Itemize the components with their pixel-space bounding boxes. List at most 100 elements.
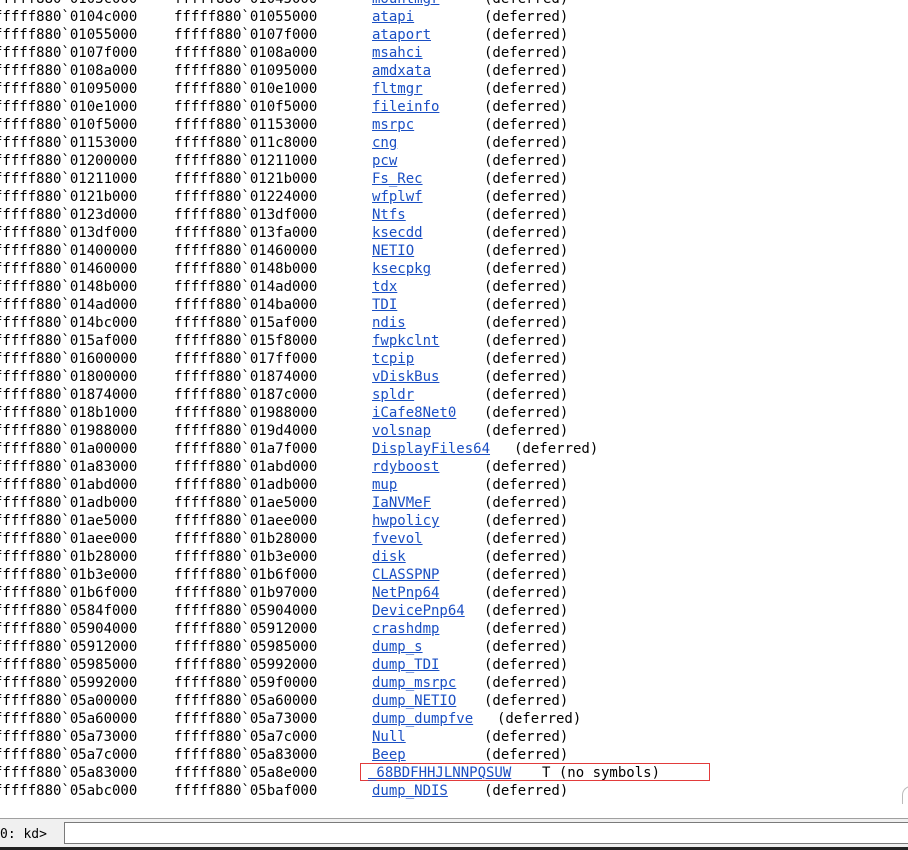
module-name-link[interactable]: wfplwf [372, 188, 423, 206]
module-status: (deferred) [484, 639, 569, 655]
module-end-address: fffff880`015f8000 [174, 333, 318, 349]
module-name-link[interactable]: CLASSPNP [372, 566, 439, 584]
module-status: (deferred) [484, 693, 569, 709]
module-name-link[interactable]: ataport [372, 26, 431, 44]
module-row: fffff880`01200000 fffff880`01211000 pcw (de… [0, 152, 908, 170]
module-end-address: fffff880`0187c000 [174, 387, 318, 403]
module-start-address: fffff880`05a83000 [0, 765, 138, 781]
module-name-link[interactable]: disk [372, 548, 406, 566]
module-name-link[interactable]: NetPnp64 [372, 584, 439, 602]
module-end-address: fffff880`05a7c000 [174, 729, 318, 745]
module-name-link[interactable]: fvevol [372, 530, 423, 548]
module-start-address: fffff880`01153000 [0, 135, 138, 151]
module-name-link[interactable]: ksecpkg [372, 260, 431, 278]
module-name-link[interactable]: Ntfs [372, 206, 406, 224]
module-row: fffff880`05abc000 fffff880`05baf000 dump_N… [0, 782, 908, 800]
module-row: fffff880`01211000 fffff880`0121b000 Fs_Rec… [0, 170, 908, 188]
command-bar: 0: kd> [0, 818, 908, 850]
module-row: fffff880`05985000 fffff880`05992000 dump_T… [0, 656, 908, 674]
module-start-address: fffff880`01874000 [0, 387, 138, 403]
module-name-link[interactable]: mountmgr [372, 0, 439, 8]
module-name-link[interactable]: cng [372, 134, 397, 152]
module-status: (deferred) [484, 369, 569, 385]
module-row: fffff880`015af000 fffff880`015f8000 fwpkcl… [0, 332, 908, 350]
module-status: (deferred) [484, 261, 569, 277]
module-name-link[interactable]: dump_s [372, 638, 423, 656]
module-name-link[interactable]: vDiskBus [372, 368, 439, 386]
module-start-address: fffff880`01adb000 [0, 495, 138, 511]
module-name-link[interactable]: dump_TDI [372, 656, 439, 674]
module-row: fffff880`0123d000 fffff880`013df000 Ntfs (d… [0, 206, 908, 224]
module-status: (deferred) [484, 351, 569, 367]
module-name-link[interactable]: hwpolicy [372, 512, 439, 530]
module-row: fffff880`01b6f000 fffff880`01b97000 NetPnp… [0, 584, 908, 602]
module-status: (deferred) [484, 477, 569, 493]
module-name-link[interactable]: iCafe8Net0 [372, 404, 456, 422]
module-start-address: fffff880`01988000 [0, 423, 138, 439]
module-start-address: fffff880`01abd000 [0, 477, 138, 493]
module-status: (deferred) [484, 657, 569, 673]
module-name-link[interactable]: crashdmp [372, 620, 439, 638]
module-name-link[interactable]: IaNVMeF [372, 494, 431, 512]
module-start-address: fffff880`0104c000 [0, 9, 138, 25]
module-start-address: fffff880`013df000 [0, 225, 138, 241]
module-end-address: fffff880`013df000 [174, 207, 318, 223]
module-name-link[interactable]: Fs_Rec [372, 170, 423, 188]
module-name-link[interactable]: _68BDFHHJLNNPQSUW [368, 764, 511, 782]
module-name-link[interactable]: spldr [372, 386, 414, 404]
module-name-link[interactable]: msrpc [372, 116, 414, 134]
module-row: fffff880`013df000 fffff880`013fa000 ksecdd… [0, 224, 908, 242]
module-name-link[interactable]: TDI [372, 296, 397, 314]
module-row: fffff880`01460000 fffff880`0148b000 ksecpk… [0, 260, 908, 278]
module-start-address: fffff880`01b6f000 [0, 585, 138, 601]
module-row: fffff880`01adb000 fffff880`01ae5000 IaNVMe… [0, 494, 908, 512]
module-end-address: fffff880`01b3e000 [174, 549, 318, 565]
module-name-link[interactable]: mup [372, 476, 397, 494]
module-status: (deferred) [484, 405, 569, 421]
command-input[interactable] [64, 822, 908, 844]
module-status: (deferred) [484, 549, 569, 565]
module-start-address: fffff880`0121b000 [0, 189, 138, 205]
module-name-link[interactable]: amdxata [372, 62, 431, 80]
module-name-link[interactable]: ksecdd [372, 224, 423, 242]
module-start-address: fffff880`05abc000 [0, 783, 138, 799]
module-end-address: fffff880`010f5000 [174, 99, 318, 115]
module-name-link[interactable]: ndis [372, 314, 406, 332]
module-name-link[interactable]: tdx [372, 278, 397, 296]
module-row: fffff880`01055000 fffff880`0107f000 atapor… [0, 26, 908, 44]
module-name-link[interactable]: fltmgr [372, 80, 423, 98]
module-start-address: fffff880`01b3e000 [0, 567, 138, 583]
module-status: (deferred) [484, 423, 569, 439]
module-name-link[interactable]: fileinfo [372, 98, 439, 116]
module-row: fffff880`05912000 fffff880`05985000 dump_s… [0, 638, 908, 656]
module-name-link[interactable]: rdyboost [372, 458, 439, 476]
module-name-link[interactable]: DisplayFiles64 [372, 440, 490, 458]
module-name-link[interactable]: NETIO [372, 242, 414, 260]
module-start-address: fffff880`05985000 [0, 657, 138, 673]
module-row: fffff880`01874000 fffff880`0187c000 spldr (… [0, 386, 908, 404]
module-name-link[interactable]: pcw [372, 152, 397, 170]
module-name-link[interactable]: atapi [372, 8, 414, 26]
module-name-link[interactable]: Null [372, 728, 406, 746]
module-end-address: fffff880`01aee000 [174, 513, 318, 529]
module-status: (deferred) [484, 9, 569, 25]
module-name-link[interactable]: Beep [372, 746, 406, 764]
module-row: fffff880`01095000 fffff880`010e1000 fltmgr… [0, 80, 908, 98]
module-row: fffff880`0103c000 fffff880`01045000 mountm… [0, 0, 908, 8]
module-name-link[interactable]: dump_NDIS [372, 782, 448, 800]
module-name-link[interactable]: DevicePnp64 [372, 602, 465, 620]
module-name-link[interactable]: tcpip [372, 350, 414, 368]
module-start-address: fffff880`05a60000 [0, 711, 138, 727]
module-name-link[interactable]: dump_msrpc [372, 674, 456, 692]
module-status: (deferred) [484, 783, 569, 799]
module-name-link[interactable]: msahci [372, 44, 423, 62]
module-name-link[interactable]: fwpkclnt [372, 332, 439, 350]
module-name-link[interactable]: volsnap [372, 422, 431, 440]
module-status: (deferred) [484, 135, 569, 151]
module-status: (deferred) [484, 747, 569, 763]
module-end-address: fffff880`01b97000 [174, 585, 318, 601]
module-row: fffff880`01600000 fffff880`017ff000 tcpip (… [0, 350, 908, 368]
module-name-link[interactable]: dump_NETIO [372, 692, 456, 710]
module-row: fffff880`05904000 fffff880`05912000 crashd… [0, 620, 908, 638]
module-name-link[interactable]: dump_dumpfve [372, 710, 473, 728]
